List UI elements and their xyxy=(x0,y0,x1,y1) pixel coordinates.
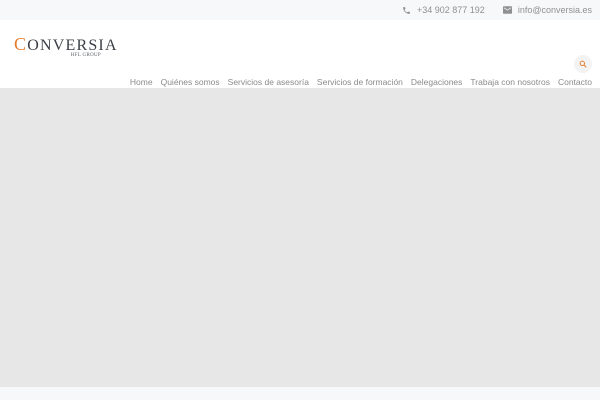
phone-icon xyxy=(402,6,411,15)
logo-initial: C xyxy=(14,34,28,54)
phone-contact[interactable]: +34 902 877 192 xyxy=(402,5,485,15)
nav-item-delegaciones[interactable]: Delegaciones xyxy=(411,77,463,87)
nav-item-servicios-formacion[interactable]: Servicios de formación xyxy=(317,77,403,87)
conversia-logo[interactable]: CONVERSIA HFL GROUP xyxy=(14,34,117,60)
nav-item-quienes-somos[interactable]: Quiénes somos xyxy=(161,77,220,87)
mail-icon xyxy=(502,6,512,14)
logo-name: ONVERSIA xyxy=(27,37,118,54)
email-address: info@conversia.es xyxy=(517,5,592,15)
hero-banner xyxy=(0,88,600,387)
logo-subtitle: HFL GROUP xyxy=(70,53,101,58)
nav-item-trabaja-con-nosotros[interactable]: Trabaja con nosotros xyxy=(470,77,550,87)
nav-item-contacto[interactable]: Contacto xyxy=(558,77,592,87)
top-contact-bar: +34 902 877 192 info@conversia.es xyxy=(0,0,600,20)
site-header: CONVERSIA HFL GROUP Home Quiénes somos S… xyxy=(0,20,600,88)
search-icon xyxy=(579,55,587,73)
nav-item-servicios-asesoria[interactable]: Servicios de asesoría xyxy=(228,77,309,87)
bottom-strip xyxy=(0,387,600,400)
logo-wordmark: CONVERSIA xyxy=(14,34,118,55)
nav-item-home[interactable]: Home xyxy=(130,77,153,87)
main-navigation: Home Quiénes somos Servicios de asesoría… xyxy=(130,77,592,87)
phone-number: +34 902 877 192 xyxy=(417,5,485,15)
search-button[interactable] xyxy=(574,55,592,73)
email-contact[interactable]: info@conversia.es xyxy=(502,5,592,15)
